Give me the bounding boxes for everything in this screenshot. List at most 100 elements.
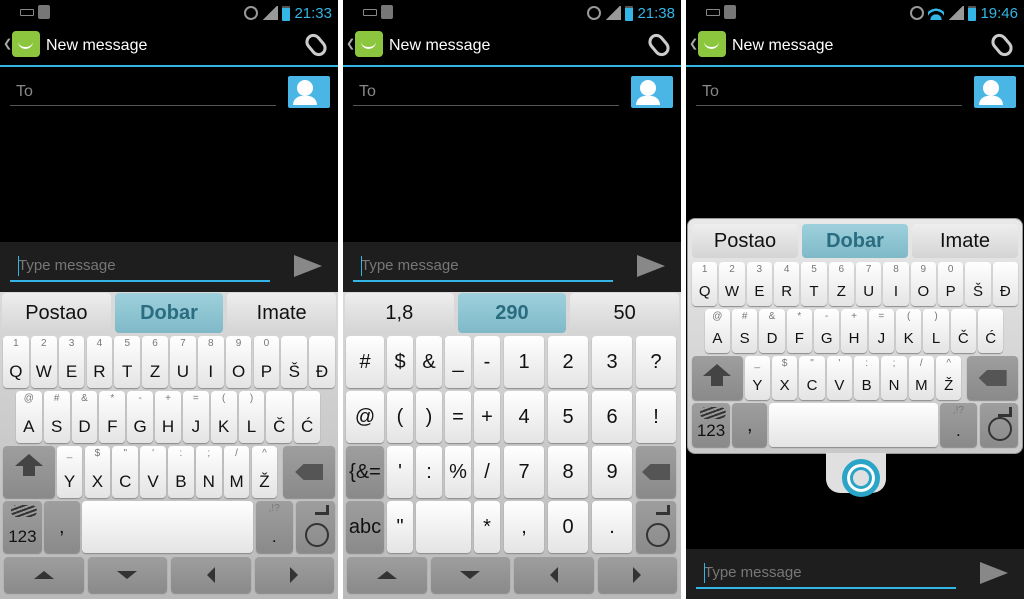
enter-emoji-key[interactable] bbox=[296, 501, 335, 553]
key-z[interactable]: 6Z bbox=[142, 336, 168, 388]
sym-key[interactable]: 0 bbox=[548, 501, 588, 553]
send-icon[interactable] bbox=[980, 562, 1008, 584]
up-caret-icon[interactable]: ❮ bbox=[689, 37, 698, 50]
key-v[interactable]: ' V bbox=[826, 356, 852, 400]
sym-key[interactable]: + bbox=[474, 391, 500, 443]
key-g[interactable]: -G bbox=[814, 309, 840, 353]
sym-key[interactable]: 8 bbox=[548, 446, 588, 498]
shift-key[interactable] bbox=[692, 356, 743, 400]
key-y[interactable]: _ Y bbox=[744, 356, 770, 400]
space-key[interactable] bbox=[769, 403, 938, 447]
key-n[interactable]: ; N bbox=[195, 446, 222, 498]
key-m[interactable]: / M bbox=[223, 446, 250, 498]
suggestion-2[interactable]: Dobar bbox=[802, 224, 908, 258]
add-contact-icon[interactable] bbox=[288, 76, 330, 108]
to-field[interactable]: To bbox=[696, 80, 962, 106]
attach-icon[interactable] bbox=[988, 30, 1016, 60]
key-x[interactable]: $ X bbox=[772, 356, 798, 400]
sym-key[interactable]: 7 bbox=[504, 446, 544, 498]
key-o[interactable]: 9O bbox=[910, 262, 936, 306]
add-contact-icon[interactable] bbox=[974, 76, 1016, 108]
sym-key[interactable]: . bbox=[592, 501, 632, 553]
suggestion-1[interactable]: Postao bbox=[2, 293, 111, 333]
key-t[interactable]: 5T bbox=[801, 262, 827, 306]
key-ć[interactable]: Ć bbox=[294, 391, 321, 443]
key-x[interactable]: $ X bbox=[84, 446, 111, 498]
shift-key[interactable] bbox=[3, 446, 55, 498]
key-a[interactable]: @ A bbox=[704, 309, 730, 353]
key-i[interactable]: 8I bbox=[883, 262, 909, 306]
message-input[interactable]: Type message bbox=[696, 559, 956, 589]
key-s[interactable]: # S bbox=[43, 391, 70, 443]
sym-key[interactable]: @ bbox=[346, 391, 384, 443]
sym-key[interactable]: ! bbox=[636, 391, 676, 443]
sym-key[interactable]: {&= bbox=[346, 446, 384, 498]
sym-key[interactable]: * bbox=[474, 501, 500, 553]
key-t[interactable]: 5T bbox=[114, 336, 141, 388]
backspace-key[interactable] bbox=[636, 446, 676, 498]
key-d[interactable]: & D bbox=[71, 391, 98, 443]
sym-key[interactable]: / bbox=[474, 446, 500, 498]
key-v[interactable]: ' V bbox=[140, 446, 166, 498]
message-input[interactable]: Type message bbox=[10, 252, 270, 282]
sym-key[interactable]: % bbox=[445, 446, 471, 498]
key-r[interactable]: 4R bbox=[86, 336, 113, 388]
key-ć[interactable]: Ć bbox=[978, 309, 1004, 353]
key-l[interactable]: ) L bbox=[238, 391, 265, 443]
key-u[interactable]: 7U bbox=[856, 262, 882, 306]
up-caret-icon[interactable]: ❮ bbox=[3, 37, 12, 50]
comma-key[interactable]: , bbox=[732, 403, 768, 447]
sym-key[interactable]: & bbox=[416, 336, 442, 388]
key-p[interactable]: 0P bbox=[938, 262, 964, 306]
space-key[interactable] bbox=[81, 501, 254, 553]
backspace-key[interactable] bbox=[967, 356, 1018, 400]
sym-key[interactable]: 6 bbox=[592, 391, 632, 443]
sym-key[interactable]: 3 bbox=[592, 336, 632, 388]
key-c[interactable]: " C bbox=[799, 356, 825, 400]
to-field[interactable]: To bbox=[10, 80, 276, 106]
key-š[interactable]: Š bbox=[965, 262, 991, 306]
suggestion-1[interactable]: Postao bbox=[692, 224, 798, 258]
space-key[interactable] bbox=[416, 501, 471, 553]
sym-key[interactable]: 5 bbox=[548, 391, 588, 443]
numbers-key[interactable]: 123 bbox=[692, 403, 730, 447]
sym-key[interactable]: ) bbox=[416, 391, 442, 443]
arrow-down-key[interactable] bbox=[430, 557, 510, 593]
sym-key[interactable]: , bbox=[504, 501, 544, 553]
enter-emoji-key[interactable] bbox=[636, 501, 676, 553]
arrow-down-key[interactable] bbox=[87, 557, 167, 593]
sym-key[interactable]: $ bbox=[387, 336, 413, 388]
sym-key[interactable]: 4 bbox=[504, 391, 544, 443]
sym-key[interactable]: _ bbox=[445, 336, 471, 388]
key-b[interactable]: :B bbox=[854, 356, 880, 400]
key-k[interactable]: (K bbox=[896, 309, 922, 353]
sym-key[interactable]: 2 bbox=[548, 336, 588, 388]
key-š[interactable]: Š bbox=[281, 336, 308, 388]
suggestion-2[interactable]: 290 bbox=[457, 293, 567, 333]
key-z[interactable]: 6Z bbox=[828, 262, 854, 306]
key-č[interactable]: Č bbox=[266, 391, 293, 443]
key-y[interactable]: _ Y bbox=[56, 446, 83, 498]
arrow-up-key[interactable] bbox=[4, 557, 84, 593]
key-r[interactable]: 4R bbox=[774, 262, 800, 306]
key-đ[interactable]: Đ bbox=[992, 262, 1018, 306]
period-key[interactable]: ,!?. bbox=[940, 403, 977, 447]
key-ž[interactable]: ^ Ž bbox=[936, 356, 962, 400]
key-w[interactable]: 2W bbox=[30, 336, 57, 388]
key-b[interactable]: :B bbox=[168, 446, 194, 498]
sym-key[interactable]: - bbox=[474, 336, 500, 388]
key-q[interactable]: 1Q bbox=[3, 336, 29, 388]
to-field[interactable]: To bbox=[353, 80, 619, 106]
key-a[interactable]: @ A bbox=[15, 391, 42, 443]
key-m[interactable]: / M bbox=[908, 356, 934, 400]
key-l[interactable]: ) L bbox=[923, 309, 949, 353]
key-f[interactable]: * F bbox=[99, 391, 126, 443]
key-u[interactable]: 7U bbox=[170, 336, 196, 388]
sym-key[interactable]: ' bbox=[387, 446, 413, 498]
arrow-left-key[interactable] bbox=[171, 557, 251, 593]
key-n[interactable]: ; N bbox=[881, 356, 907, 400]
send-icon[interactable] bbox=[637, 255, 665, 277]
key-đ[interactable]: Đ bbox=[309, 336, 335, 388]
sym-key[interactable]: abc bbox=[346, 501, 384, 553]
suggestion-3[interactable]: 50 bbox=[570, 293, 679, 333]
